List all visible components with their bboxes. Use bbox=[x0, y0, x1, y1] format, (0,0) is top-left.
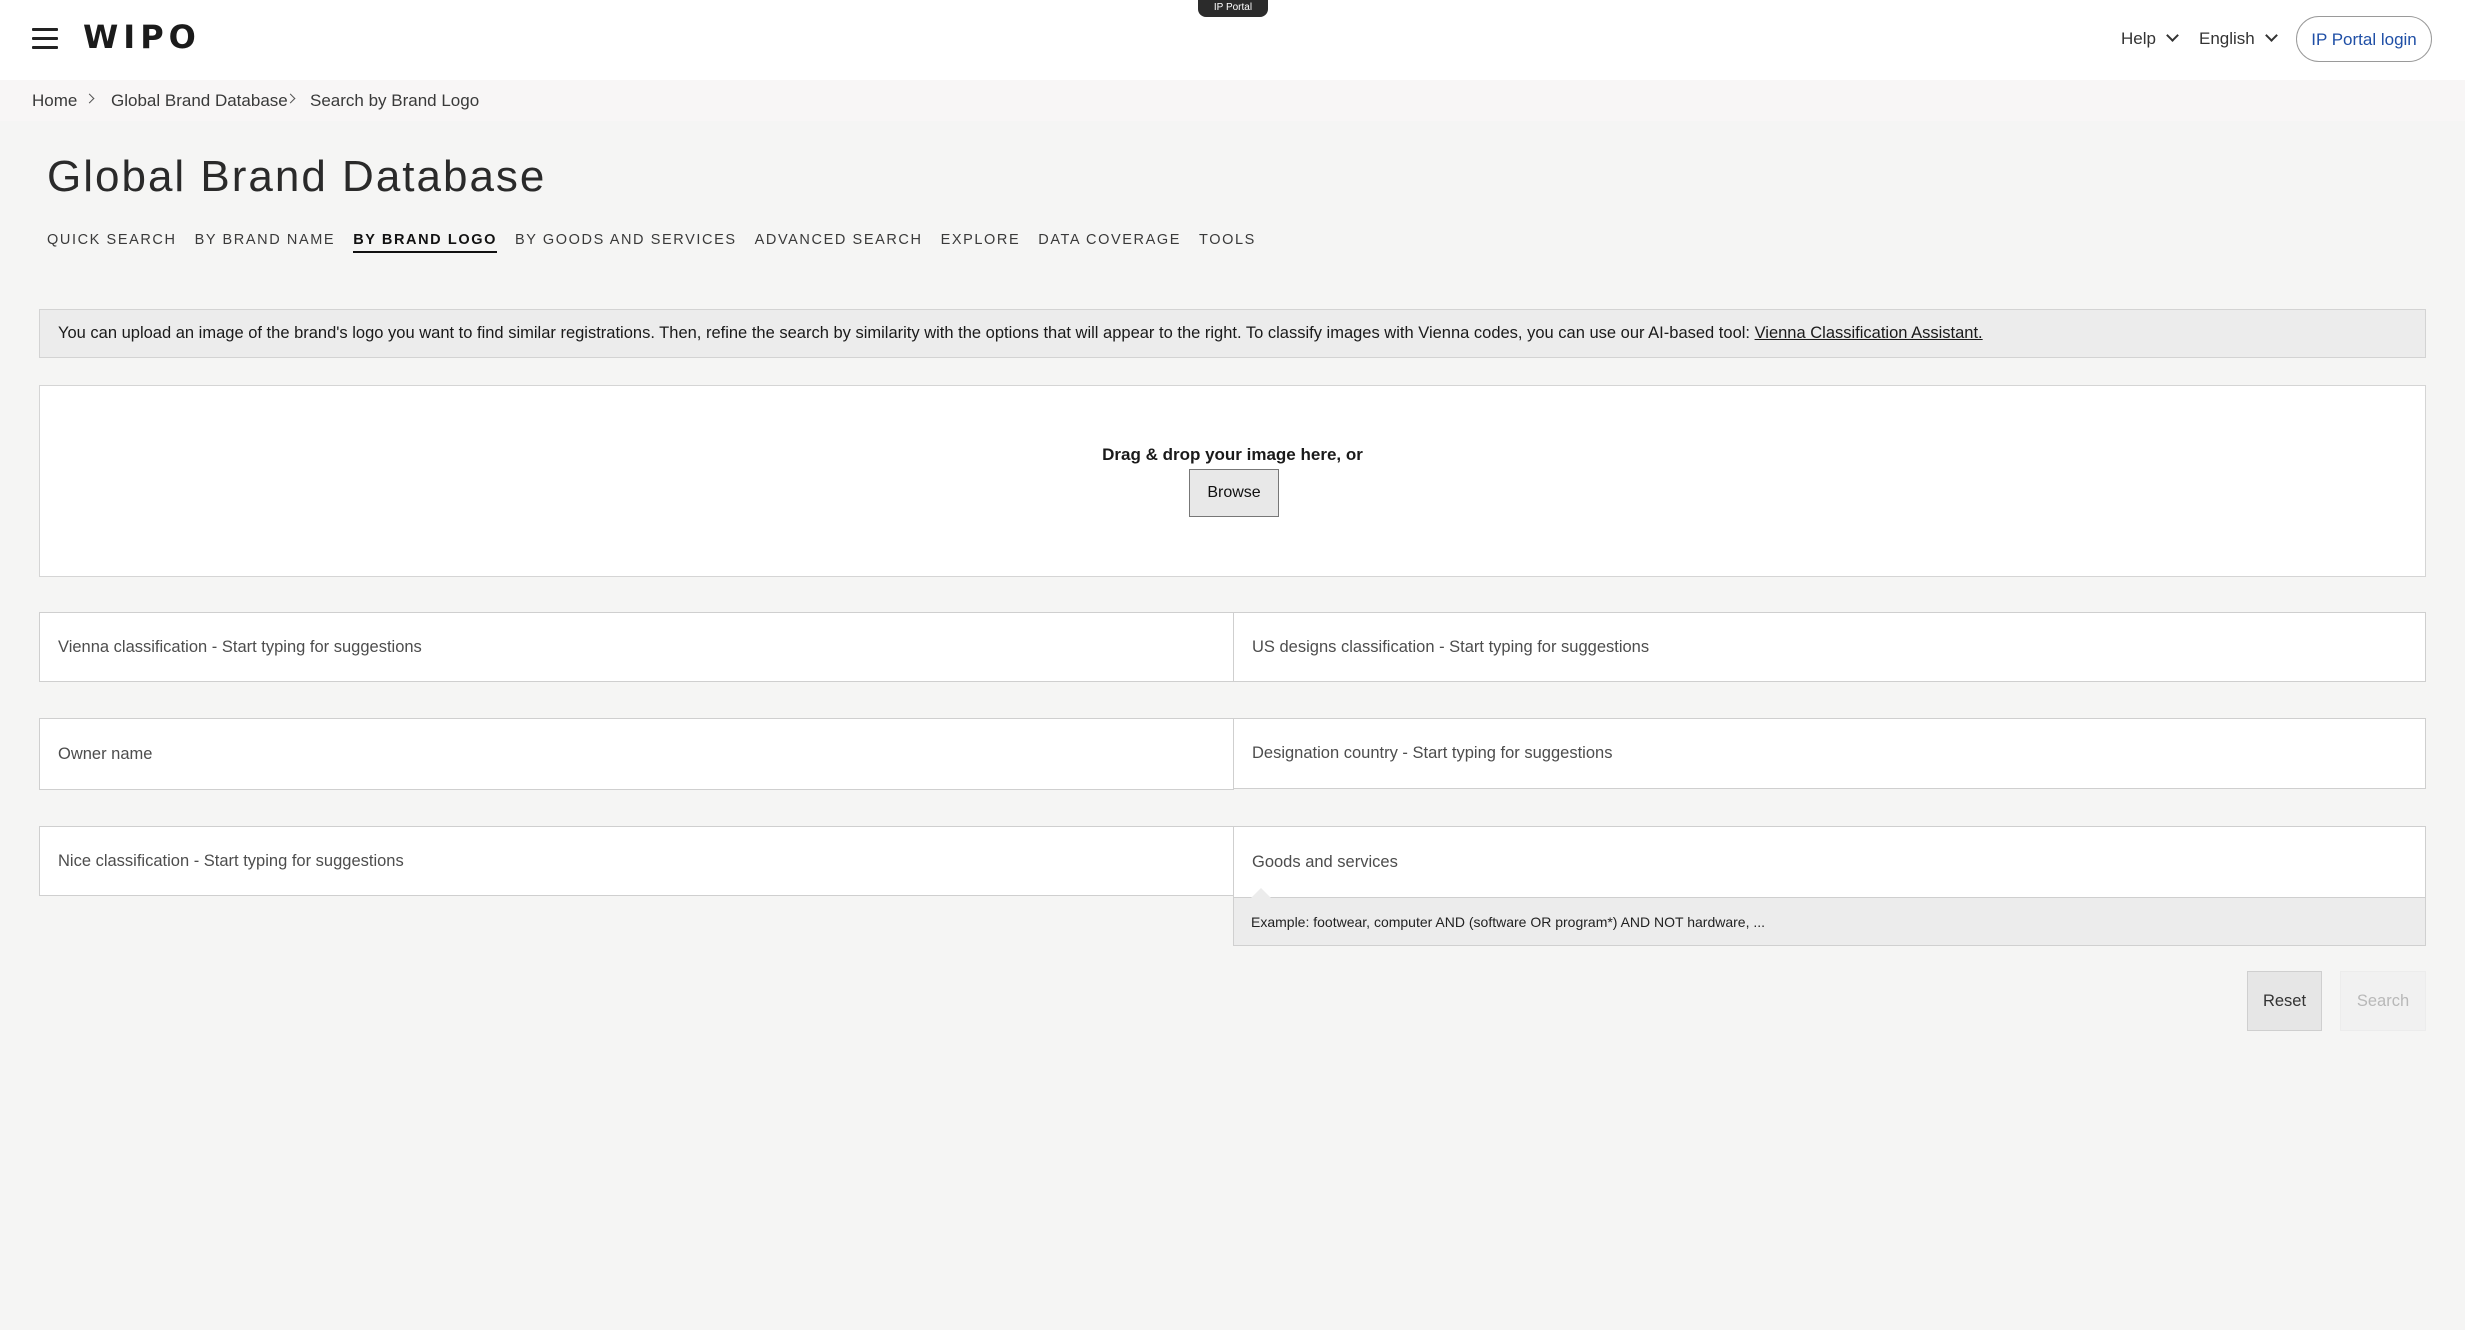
breadcrumb-home[interactable]: Home bbox=[32, 91, 77, 111]
tab-data-coverage[interactable]: Data Coverage bbox=[1038, 232, 1181, 253]
goods-and-services-hint: Example: footwear, computer AND (softwar… bbox=[1233, 898, 2426, 946]
reset-button[interactable]: Reset bbox=[2247, 971, 2322, 1031]
search-button[interactable]: Search bbox=[2340, 971, 2426, 1031]
info-message: You can upload an image of the brand's l… bbox=[39, 309, 2426, 358]
tab-quick-search[interactable]: Quick Search bbox=[47, 232, 177, 253]
tab-by-goods-and-services[interactable]: By Goods and Services bbox=[515, 232, 737, 253]
vienna-classification-assistant-link[interactable]: Vienna Classification Assistant. bbox=[1755, 324, 1983, 342]
breadcrumb: Home Global Brand Database Search by Bra… bbox=[0, 80, 2465, 121]
help-label: Help bbox=[2121, 29, 2156, 48]
nice-classification-input[interactable]: Nice classification - Start typing for s… bbox=[39, 826, 1234, 896]
designation-country-placeholder: Designation country - Start typing for s… bbox=[1252, 744, 1613, 762]
page-title: Global Brand Database bbox=[47, 152, 547, 201]
chevron-down-icon bbox=[2166, 29, 2179, 42]
breadcrumb-global-brand-database[interactable]: Global Brand Database bbox=[111, 91, 288, 111]
owner-name-placeholder: Owner name bbox=[58, 744, 153, 763]
wipo-logo[interactable]: WIPO bbox=[83, 18, 201, 56]
breadcrumb-current: Search by Brand Logo bbox=[310, 91, 480, 110]
chevron-right-icon bbox=[84, 93, 95, 104]
search-tabs: Quick Search By Brand Name By Brand Logo… bbox=[47, 232, 1256, 253]
ip-portal-login-button[interactable]: IP Portal login bbox=[2296, 16, 2432, 62]
hint-arrow bbox=[1250, 888, 1272, 899]
tab-by-brand-name[interactable]: By Brand Name bbox=[195, 232, 336, 253]
chevron-down-icon bbox=[2264, 29, 2278, 42]
designation-country-input[interactable]: Designation country - Start typing for s… bbox=[1233, 718, 2426, 789]
us-designs-classification-placeholder: US designs classification - Start typing… bbox=[1252, 637, 1650, 656]
info-text: You can upload an image of the brand's l… bbox=[58, 324, 1755, 342]
top-header: WIPO IP Portal Help English IP Portal lo… bbox=[0, 0, 2465, 80]
goods-and-services-hint-text: Example: footwear, computer AND (softwar… bbox=[1251, 913, 1766, 930]
browse-button[interactable]: Browse bbox=[1189, 469, 1279, 517]
dropzone-label: Drag & drop your image here, or bbox=[1102, 445, 1363, 464]
menu-icon[interactable] bbox=[32, 28, 58, 50]
ip-portal-tab[interactable]: IP Portal bbox=[1198, 0, 1268, 17]
image-dropzone[interactable]: Drag & drop your image here, or Browse bbox=[39, 385, 2426, 577]
owner-name-input[interactable]: Owner name bbox=[39, 718, 1234, 790]
nice-classification-placeholder: Nice classification - Start typing for s… bbox=[58, 851, 404, 870]
language-menu[interactable]: English bbox=[2199, 29, 2278, 49]
tab-tools[interactable]: Tools bbox=[1199, 232, 1256, 253]
language-label: English bbox=[2199, 29, 2255, 48]
tab-advanced-search[interactable]: Advanced Search bbox=[755, 232, 923, 253]
help-menu[interactable]: Help bbox=[2121, 29, 2179, 49]
vienna-classification-input[interactable]: Vienna classification - Start typing for… bbox=[39, 612, 1234, 682]
goods-and-services-input[interactable]: Goods and services bbox=[1233, 826, 2426, 898]
goods-and-services-placeholder: Goods and services bbox=[1252, 852, 1398, 871]
us-designs-classification-input[interactable]: US designs classification - Start typing… bbox=[1233, 612, 2426, 682]
tab-explore[interactable]: Explore bbox=[941, 232, 1021, 253]
vienna-classification-placeholder: Vienna classification - Start typing for… bbox=[58, 637, 422, 656]
tab-by-brand-logo[interactable]: By Brand Logo bbox=[353, 232, 497, 253]
